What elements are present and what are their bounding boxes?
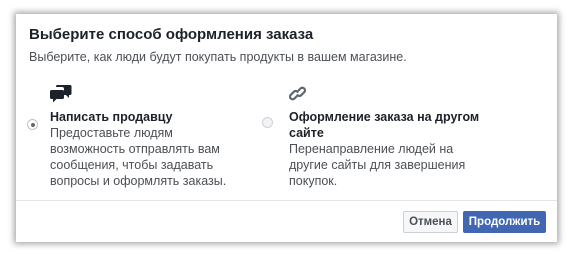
option-description-line: вопросы и оформлять заказы. xyxy=(50,174,227,188)
option-description-line: сообщения, чтобы задавать xyxy=(50,158,214,172)
dialog-subtitle: Выберите, как люди будут покупать продук… xyxy=(29,50,407,64)
chat-bubbles-icon xyxy=(50,84,72,109)
option-title-line: сайте xyxy=(289,126,324,140)
option-description-line: покупок. xyxy=(289,174,338,188)
option-description-line: Перенаправление людей на xyxy=(289,142,454,156)
option-description-line: Предоставьте людям xyxy=(50,126,173,140)
option-title: Оформление заказа на другом сайте xyxy=(289,109,479,141)
option-description: Перенаправление людей на другие сайты дл… xyxy=(289,141,465,189)
option-title-line: Оформление заказа на другом xyxy=(289,110,480,124)
link-icon xyxy=(288,84,307,109)
checkout-method-dialog: Выберите способ оформления заказа Выбери… xyxy=(16,14,557,242)
dialog-title: Выберите способ оформления заказа xyxy=(29,26,314,43)
option-description: Предоставьте людям возможность отправлят… xyxy=(50,125,226,189)
radio-message-seller[interactable] xyxy=(27,119,38,130)
option-description-line: возможность отправлять вам xyxy=(50,142,220,156)
radio-external-checkout[interactable] xyxy=(262,117,273,128)
cancel-button[interactable]: Отмена xyxy=(403,211,458,233)
continue-button[interactable]: Продолжить xyxy=(463,211,546,233)
option-description-line: другие сайты для завершения xyxy=(289,158,466,172)
footer-divider xyxy=(16,200,557,201)
option-title: Написать продавцу xyxy=(50,110,173,124)
